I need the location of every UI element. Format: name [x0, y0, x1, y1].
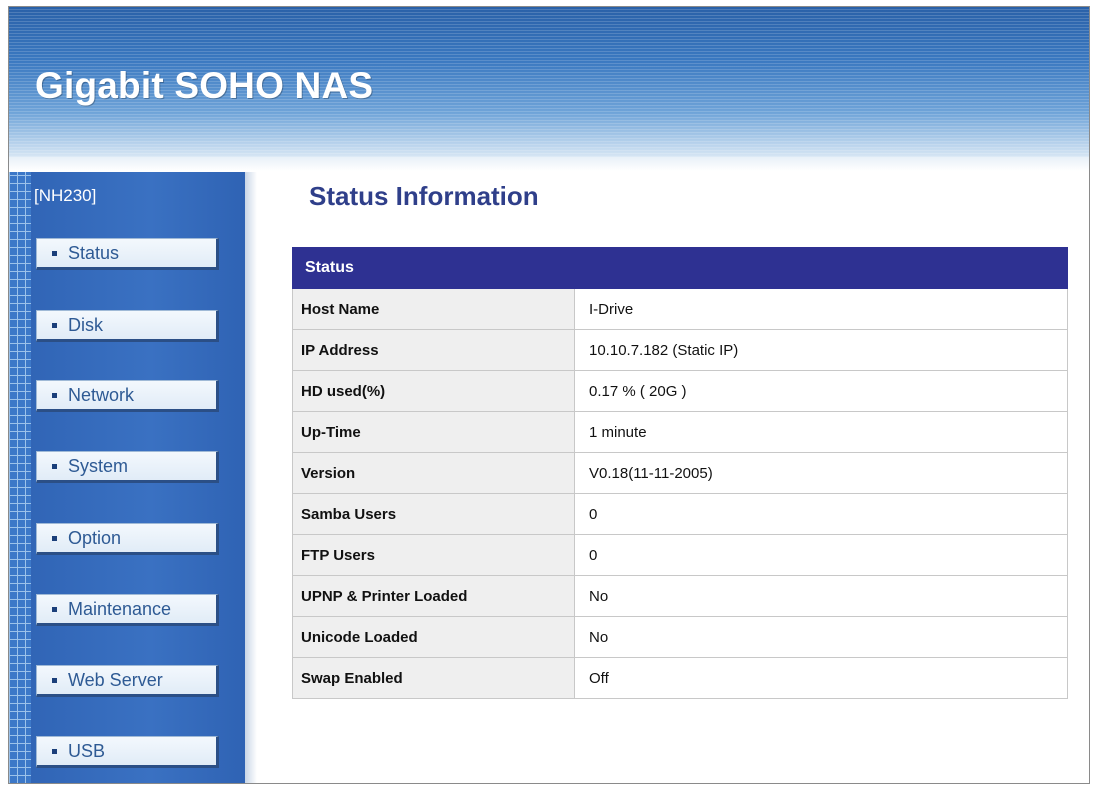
page-title: Status Information	[309, 181, 539, 211]
sidebar-item-label: Maintenance	[68, 598, 172, 619]
table-row: FTP Users 0	[292, 534, 1068, 576]
row-label: Host Name	[292, 288, 575, 330]
row-value: No	[574, 616, 1068, 658]
table-row: Unicode Loaded No	[292, 616, 1068, 658]
row-label: Version	[292, 452, 575, 494]
header-banner: Gigabit SOHO NAS	[9, 7, 1089, 157]
row-label: Unicode Loaded	[292, 616, 575, 658]
row-label: HD used(%)	[292, 370, 575, 412]
sidebar-item-disk[interactable]: Disk	[36, 310, 219, 342]
sidebar-item-label: Disk	[68, 314, 103, 335]
sidebar-item-maintenance[interactable]: Maintenance	[36, 594, 219, 626]
sidebar-item-label: USB	[68, 740, 106, 761]
table-row: HD used(%) 0.17 % ( 20G )	[292, 370, 1068, 412]
row-label: IP Address	[292, 329, 575, 371]
bullet-icon	[52, 606, 57, 612]
row-value: Off	[574, 657, 1068, 699]
bullet-icon	[52, 463, 57, 469]
table-row: Samba Users 0	[292, 493, 1068, 535]
row-value: No	[574, 575, 1068, 617]
table-row: UPNP & Printer Loaded No	[292, 575, 1068, 617]
row-label: UPNP & Printer Loaded	[292, 575, 575, 617]
bullet-icon	[52, 392, 57, 398]
nas-web-ui: Gigabit SOHO NAS [NH230] Status Disk Net…	[8, 6, 1090, 784]
row-value: 0	[574, 534, 1068, 576]
row-value: 0	[574, 493, 1068, 535]
row-value: 0.17 % ( 20G )	[574, 370, 1068, 412]
sidebar-item-web-server[interactable]: Web Server	[36, 665, 219, 697]
sidebar-item-network[interactable]: Network	[36, 380, 219, 412]
bullet-icon	[52, 322, 57, 328]
sidebar-item-status[interactable]: Status	[36, 238, 219, 270]
sidebar-item-label: System	[68, 455, 129, 476]
sidebar-item-label: Option	[68, 527, 122, 548]
app-title: Gigabit SOHO NAS	[35, 65, 374, 106]
sidebar-item-label: Web Server	[68, 669, 163, 690]
table-row: Host Name I-Drive	[292, 288, 1068, 330]
table-row: IP Address 10.10.7.182 (Static IP)	[292, 329, 1068, 371]
sidebar-grid-decoration	[9, 172, 31, 783]
sidebar: [NH230] Status Disk Network System Optio…	[9, 172, 245, 783]
bullet-icon	[52, 748, 57, 754]
bullet-icon	[52, 250, 57, 256]
table-header-row: Status	[292, 247, 1068, 289]
sidebar-shadow	[245, 172, 257, 783]
table-row: Swap Enabled Off	[292, 657, 1068, 699]
row-value: V0.18(11-11-2005)	[574, 452, 1068, 494]
table-row: Version V0.18(11-11-2005)	[292, 452, 1068, 494]
header-fade	[9, 157, 1089, 171]
row-label: Samba Users	[292, 493, 575, 535]
row-value: I-Drive	[574, 288, 1068, 330]
row-value: 10.10.7.182 (Static IP)	[574, 329, 1068, 371]
sidebar-item-label: Status	[68, 242, 120, 263]
status-table: Status Host Name I-Drive IP Address 10.1…	[292, 247, 1068, 699]
sidebar-item-system[interactable]: System	[36, 451, 219, 483]
sidebar-item-option[interactable]: Option	[36, 523, 219, 555]
table-row: Up-Time 1 minute	[292, 411, 1068, 453]
table-header: Status	[292, 247, 1068, 289]
row-label: FTP Users	[292, 534, 575, 576]
bullet-icon	[52, 677, 57, 683]
row-label: Swap Enabled	[292, 657, 575, 699]
row-label: Up-Time	[292, 411, 575, 453]
row-value: 1 minute	[574, 411, 1068, 453]
bullet-icon	[52, 535, 57, 541]
sidebar-item-label: Network	[68, 384, 135, 405]
sidebar-item-usb[interactable]: USB	[36, 736, 219, 768]
device-name: [NH230]	[34, 186, 97, 205]
